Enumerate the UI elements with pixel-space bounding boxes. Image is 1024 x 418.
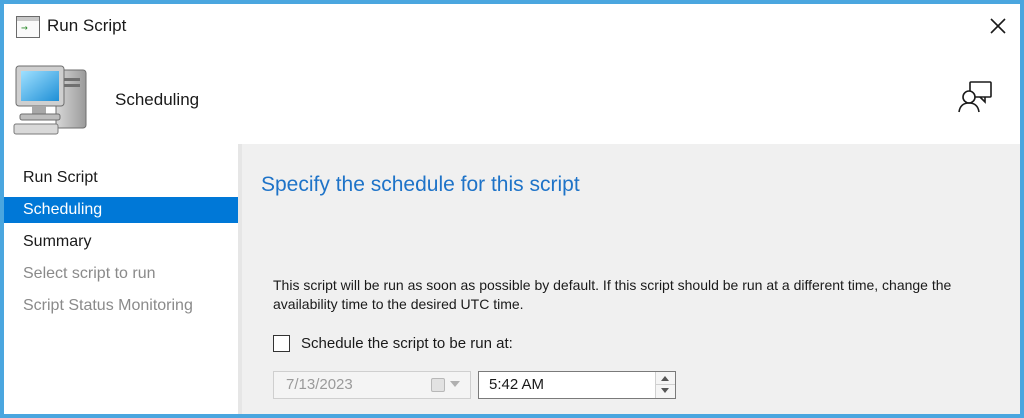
wizard-navigation: Run Script Scheduling Summary Select scr… [4,144,238,414]
run-script-icon: → [16,16,40,38]
main-content: Specify the schedule for this script Thi… [242,144,1020,414]
date-value: 7/13/2023 [286,376,353,393]
dropdown-arrow-icon [450,381,460,387]
date-picker: 7/13/2023 [273,371,471,399]
spin-up-icon[interactable] [656,372,675,385]
schedule-checkbox[interactable] [273,335,290,352]
window-title: Run Script [47,16,127,35]
time-picker[interactable]: 5:42 AM [478,371,676,399]
schedule-info-text: This script will be run as soon as possi… [273,277,952,312]
help-icon[interactable] [958,80,994,114]
close-icon [990,18,1006,34]
page-header-title: Scheduling [115,90,200,109]
spin-down-icon[interactable] [656,385,675,398]
wizard-header: Scheduling [4,48,1020,144]
nav-item-script-status-monitoring: Script Status Monitoring [23,297,193,314]
time-spinner [655,372,675,398]
page-title: Specify the schedule for this script [261,173,580,196]
title-bar: → Run Script [4,4,1020,48]
nav-item-scheduling[interactable]: Scheduling [4,197,238,223]
nav-item-select-script: Select script to run [23,265,156,282]
nav-item-summary[interactable]: Summary [4,229,238,255]
close-button[interactable] [982,10,1014,42]
run-script-dialog: → Run Script Scheduling Run Script Sched… [0,0,1024,418]
computer-icon [13,65,87,135]
time-value[interactable]: 5:42 AM [489,372,544,398]
nav-item-run-script[interactable]: Run Script [4,165,238,191]
schedule-checkbox-label[interactable]: Schedule the script to be run at: [301,334,513,354]
calendar-icon [431,378,445,392]
